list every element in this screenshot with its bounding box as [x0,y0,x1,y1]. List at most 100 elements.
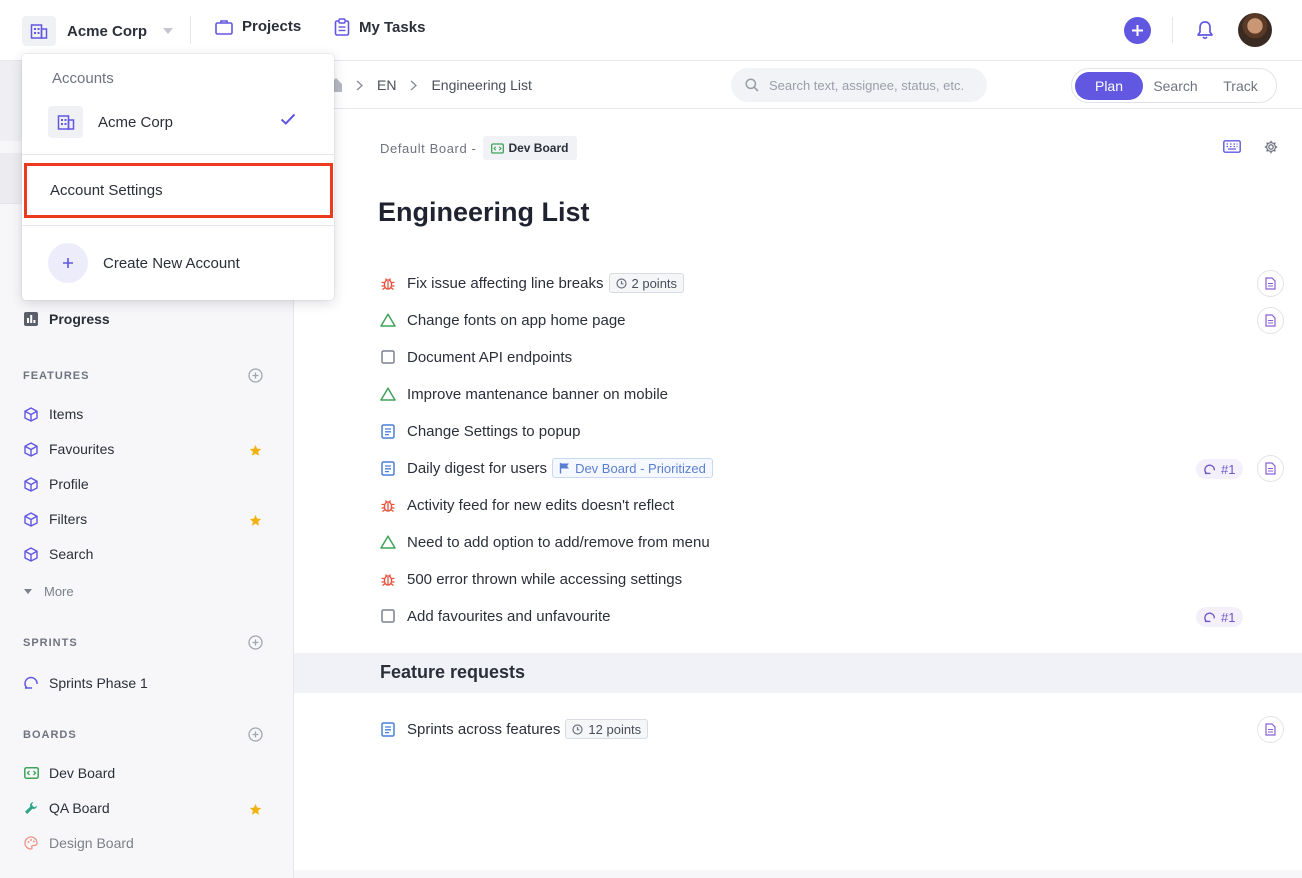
global-add-button[interactable] [1124,17,1151,44]
show-more-button[interactable]: More [24,584,74,599]
sidebar-item-label: Progress [49,311,110,327]
keyboard-icon[interactable] [1223,140,1241,153]
triangle-icon [380,313,396,327]
task-row[interactable]: 500 error thrown while accessing setting… [380,567,682,591]
tab-search[interactable]: Search [1143,72,1208,100]
sprint-icon [23,676,39,690]
add-sprint-icon[interactable] [248,635,263,650]
task-row[interactable]: Daily digest for users Dev Board - Prior… [380,456,713,480]
task-row[interactable]: Change Settings to popup [380,419,580,443]
nav-my-tasks[interactable]: My Tasks [334,18,425,36]
sprint-badge[interactable]: #1 [1196,459,1244,479]
create-account-label: Create New Account [103,254,240,272]
bell-icon[interactable] [1196,20,1214,40]
star-icon[interactable] [249,803,262,816]
sidebar-item-items[interactable]: Items [23,406,83,422]
task-title: Improve mantenance banner on mobile [407,385,668,403]
triangle-icon [380,535,396,549]
sidebar-item-label: Filters [49,511,88,527]
star-icon[interactable] [249,514,262,527]
footer-band [294,870,1302,878]
gear-icon[interactable] [1264,140,1278,154]
task-title: Sprints across features [407,720,561,738]
wrench-icon [23,801,39,815]
sidebar-item-label: Favourites [49,441,115,457]
breadcrumb: EN Engineering List [330,77,532,93]
tab-plan[interactable]: Plan [1075,71,1143,100]
search-icon [745,78,759,92]
document-button[interactable] [1257,307,1284,334]
sidebar-item-progress[interactable]: Progress [23,311,110,327]
sidebar-item-dev-board[interactable]: Dev Board [23,765,115,781]
search-box[interactable] [731,68,987,102]
points-tag[interactable]: 12 points [565,719,649,739]
bar-chart-icon [23,312,39,326]
task-row[interactable]: Change fonts on app home page [380,308,626,332]
document-icon [1265,462,1276,475]
sidebar-item-filters[interactable]: Filters [23,511,87,527]
cube-icon [23,476,39,492]
cube-icon [23,546,39,562]
sidebar-item-label: Sprints Phase 1 [49,675,148,691]
divider [1172,17,1173,43]
sidebar-item-design-board[interactable]: Design Board [23,835,134,851]
chevron-right-icon [356,79,363,91]
sidebar-item-favourites[interactable]: Favourites [23,441,114,457]
plus-icon [48,243,88,283]
add-feature-icon[interactable] [248,368,263,383]
account-option-name: Acme Corp [98,113,174,131]
sidebar-item-qa-board[interactable]: QA Board [23,800,110,816]
sidebar-item-search[interactable]: Search [23,546,93,562]
document-icon [1265,277,1276,290]
task-row[interactable]: Activity feed for new edits doesn't refl… [380,493,674,517]
bug-icon [380,497,396,513]
cube-icon [23,406,39,422]
task-title: Fix issue affecting line breaks [407,274,604,292]
bug-icon [380,275,396,291]
breadcrumb-item[interactable]: EN [377,77,396,93]
story-icon [380,423,396,439]
task-row[interactable]: Document API endpoints [380,345,572,369]
points-tag[interactable]: 2 points [608,273,685,293]
flag-icon [559,462,570,474]
cube-icon [23,441,39,457]
sprints-heading: SPRINTS [23,637,78,649]
document-button[interactable] [1257,270,1284,297]
sidebar-item-label: Dev Board [49,765,116,781]
document-button[interactable] [1257,455,1284,482]
account-settings-item[interactable]: Account Settings [24,163,333,218]
user-avatar[interactable] [1238,13,1272,47]
tab-track[interactable]: Track [1208,72,1273,100]
sidebar-item-label: Profile [49,476,89,492]
timer-icon [615,277,627,289]
divider [22,154,334,155]
timer-icon [572,723,584,735]
account-option[interactable]: Acme Corp [48,106,308,138]
star-icon[interactable] [249,444,262,457]
task-row[interactable]: Improve mantenance banner on mobile [380,382,668,406]
task-row[interactable]: Fix issue affecting line breaks 2 points [380,271,685,295]
mode-tabs: Plan Search Track [1071,68,1277,103]
code-board-icon [491,142,505,154]
search-input[interactable] [769,77,979,93]
sprint-icon [1204,612,1216,623]
sidebar-item-sprints-phase-1[interactable]: Sprints Phase 1 [23,675,148,691]
briefcase-icon [215,19,233,35]
sidebar-item-label: Search [49,546,94,562]
board-name: Dev Board [508,141,569,155]
task-row[interactable]: Need to add option to add/remove from me… [380,530,710,554]
document-button[interactable] [1257,716,1284,743]
account-switcher[interactable]: Acme Corp [22,16,174,46]
task-row[interactable]: Sprints across features 12 points [380,717,649,741]
board-chip[interactable]: Dev Board [483,136,578,160]
plus-icon [1132,25,1143,36]
nav-projects[interactable]: Projects [215,18,301,35]
board-tag[interactable]: Dev Board - Prioritized [552,458,713,478]
section-title: Feature requests [380,662,526,682]
breadcrumb-item[interactable]: Engineering List [431,77,531,93]
sidebar-item-profile[interactable]: Profile [23,476,89,492]
sprint-badge[interactable]: #1 [1196,607,1244,627]
task-row[interactable]: Add favourites and unfavourite [380,604,610,628]
create-account-item[interactable]: Create New Account [48,243,240,283]
add-board-icon[interactable] [248,727,263,742]
